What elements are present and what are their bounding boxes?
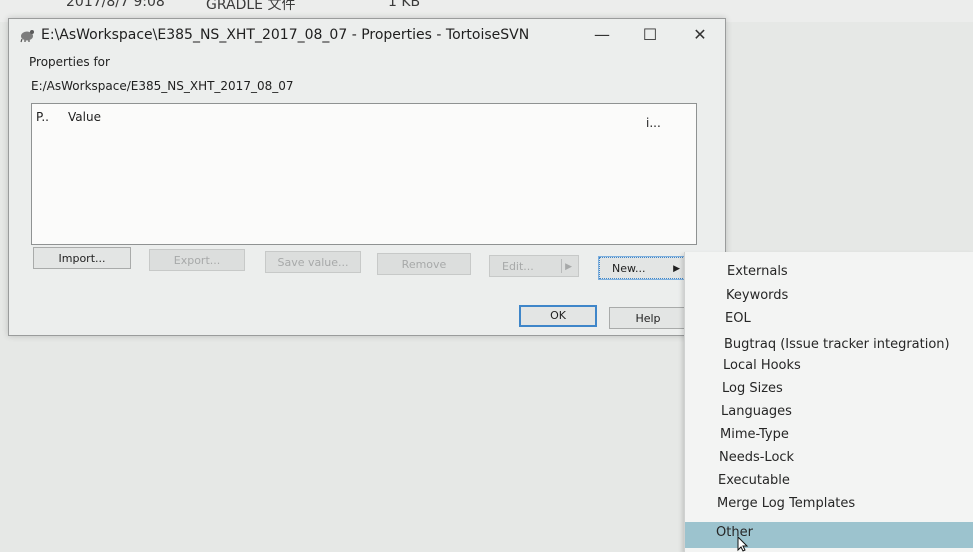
maximize-button[interactable]: ☐ — [627, 19, 673, 51]
properties-list[interactable]: P.. Value i... — [31, 103, 697, 245]
column-header-property[interactable]: P.. — [36, 110, 49, 124]
menu-item-eol[interactable]: EOL — [725, 311, 751, 326]
menu-item-mime-type[interactable]: Mime-Type — [720, 427, 789, 442]
remove-button[interactable]: Remove — [377, 253, 471, 275]
working-copy-path: E:/AsWorkspace/E385_NS_XHT_2017_08_07 — [31, 79, 294, 93]
properties-dialog: E:\AsWorkspace\E385_NS_XHT_2017_08_07 - … — [8, 18, 726, 336]
new-button[interactable]: New... ▶ — [598, 256, 688, 280]
new-dropdown-arrow-icon[interactable]: ▶ — [673, 258, 680, 280]
window-title: E:\AsWorkspace\E385_NS_XHT_2017_08_07 - … — [41, 27, 530, 43]
save-value-button[interactable]: Save value... — [265, 251, 361, 273]
edit-split-divider — [561, 259, 562, 273]
column-header-info[interactable]: i... — [646, 116, 661, 130]
import-button[interactable]: Import... — [33, 247, 131, 269]
tortoisesvn-icon — [20, 30, 34, 43]
title-bar[interactable]: E:\AsWorkspace\E385_NS_XHT_2017_08_07 - … — [9, 19, 725, 51]
new-property-menu: Externals Keywords EOL Bugtraq (Issue tr… — [684, 252, 973, 552]
menu-item-keywords[interactable]: Keywords — [726, 288, 788, 303]
menu-item-languages[interactable]: Languages — [721, 404, 792, 419]
edit-dropdown-arrow-icon[interactable]: ▶ — [565, 256, 572, 278]
menu-item-executable[interactable]: Executable — [718, 473, 790, 488]
edit-button-label: Edit... — [502, 260, 534, 273]
export-button[interactable]: Export... — [149, 249, 245, 271]
menu-item-needs-lock[interactable]: Needs-Lock — [719, 450, 794, 465]
file-size: 1 KB — [388, 0, 421, 10]
menu-item-bugtraq[interactable]: Bugtraq (Issue tracker integration) — [724, 337, 950, 352]
menu-item-externals[interactable]: Externals — [727, 264, 788, 279]
properties-for-label: Properties for — [29, 55, 110, 69]
new-button-label: New... — [612, 262, 646, 275]
mouse-pointer-icon — [737, 536, 749, 552]
menu-item-local-hooks[interactable]: Local Hooks — [723, 358, 801, 373]
edit-button[interactable]: Edit... ▶ — [489, 255, 579, 277]
help-button[interactable]: Help — [609, 307, 687, 329]
ok-button[interactable]: OK — [519, 305, 597, 327]
column-header-value[interactable]: Value — [68, 110, 101, 124]
file-date: 2017/8/7 9:08 — [66, 0, 165, 10]
menu-item-log-sizes[interactable]: Log Sizes — [722, 381, 783, 396]
file-type: GRADLE 文件 — [206, 0, 296, 13]
menu-item-merge-log-templates[interactable]: Merge Log Templates — [717, 496, 855, 511]
minimize-button[interactable]: — — [579, 19, 625, 51]
close-button[interactable]: ✕ — [677, 19, 723, 51]
